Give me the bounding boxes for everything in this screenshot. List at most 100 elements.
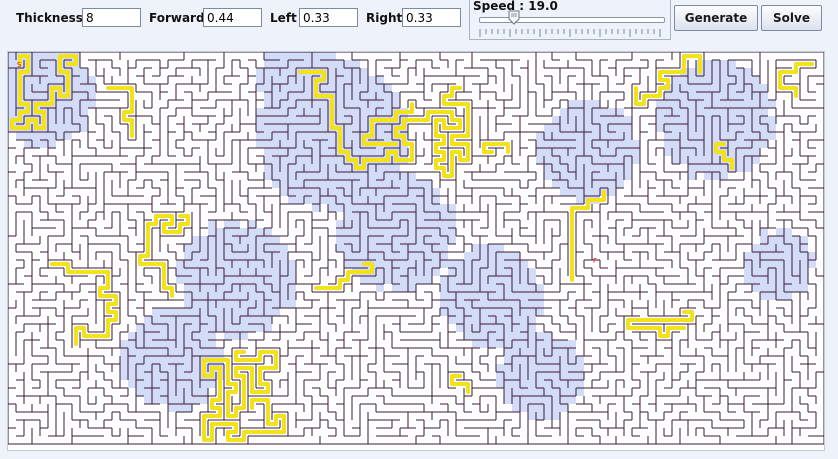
visited-cell xyxy=(680,116,688,124)
visited-cell xyxy=(368,100,376,108)
visited-cell xyxy=(616,172,624,180)
visited-cell xyxy=(600,164,608,172)
visited-cell xyxy=(264,108,272,116)
visited-cell xyxy=(184,396,192,404)
visited-cell xyxy=(264,172,272,180)
speed-slider-track[interactable] xyxy=(479,17,665,23)
visited-cell xyxy=(352,68,360,76)
forward-input[interactable] xyxy=(203,8,262,27)
visited-cell xyxy=(280,252,288,260)
visited-cell xyxy=(552,164,560,172)
speed-slider-ticks xyxy=(479,29,661,37)
visited-cell xyxy=(560,388,568,396)
visited-cell xyxy=(376,268,384,276)
visited-cell xyxy=(344,124,352,132)
visited-cell xyxy=(760,100,768,108)
visited-cell xyxy=(504,268,512,276)
visited-cell xyxy=(552,172,560,180)
visited-cell xyxy=(264,68,272,76)
visited-cell xyxy=(296,196,304,204)
visited-cell xyxy=(360,76,368,84)
visited-cell xyxy=(696,148,704,156)
visited-cell xyxy=(336,92,344,100)
visited-cell xyxy=(480,276,488,284)
visited-cell xyxy=(216,284,224,292)
visited-cell xyxy=(512,332,520,340)
left-input[interactable] xyxy=(299,8,358,27)
maze-canvas[interactable]: SF xyxy=(7,51,825,451)
visited-cell xyxy=(488,316,496,324)
visited-cell xyxy=(472,292,480,300)
visited-cell xyxy=(728,116,736,124)
visited-cell xyxy=(32,68,40,76)
visited-cell xyxy=(208,252,216,260)
visited-cell xyxy=(464,292,472,300)
visited-cell xyxy=(144,340,152,348)
visited-cell xyxy=(536,412,544,420)
visited-cell xyxy=(320,188,328,196)
visited-cell xyxy=(568,100,576,108)
visited-cell xyxy=(504,260,512,268)
visited-cell xyxy=(600,132,608,140)
visited-cell xyxy=(264,52,272,60)
visited-cell xyxy=(472,340,480,348)
visited-cell xyxy=(576,172,584,180)
visited-cell xyxy=(664,92,672,100)
visited-cell xyxy=(336,236,344,244)
visited-cell xyxy=(336,220,344,228)
visited-cell xyxy=(352,204,360,212)
visited-cell xyxy=(504,276,512,284)
visited-cell xyxy=(376,188,384,196)
visited-cell xyxy=(576,108,584,116)
generate-button[interactable]: Generate xyxy=(674,5,758,31)
visited-cell xyxy=(624,124,632,132)
visited-cell xyxy=(352,60,360,68)
visited-cell xyxy=(336,108,344,116)
visited-cell xyxy=(512,324,520,332)
speed-slider-thumb[interactable] xyxy=(508,10,520,25)
visited-cell xyxy=(536,404,544,412)
visited-cell xyxy=(176,316,184,324)
visited-cell xyxy=(520,308,528,316)
visited-cell xyxy=(264,252,272,260)
visited-cell xyxy=(536,340,544,348)
visited-cell xyxy=(752,100,760,108)
visited-cell xyxy=(424,228,432,236)
visited-cell xyxy=(760,252,768,260)
visited-cell xyxy=(720,76,728,84)
visited-cell xyxy=(424,196,432,204)
visited-cell xyxy=(152,348,160,356)
visited-cell xyxy=(40,132,48,140)
visited-cell xyxy=(328,68,336,76)
visited-cell xyxy=(736,108,744,116)
visited-cell xyxy=(32,52,40,60)
visited-cell xyxy=(576,364,584,372)
thickness-input[interactable] xyxy=(82,8,141,27)
visited-cell xyxy=(432,196,440,204)
visited-cell xyxy=(368,244,376,252)
solve-button[interactable]: Solve xyxy=(761,5,822,31)
visited-cell xyxy=(240,292,248,300)
visited-cell xyxy=(608,156,616,164)
visited-cell xyxy=(272,236,280,244)
visited-cell xyxy=(584,100,592,108)
visited-cell xyxy=(616,124,624,132)
visited-cell xyxy=(136,380,144,388)
visited-cell xyxy=(592,140,600,148)
visited-cell xyxy=(376,92,384,100)
visited-cell xyxy=(272,68,280,76)
visited-cell xyxy=(736,100,744,108)
visited-cell xyxy=(88,84,96,92)
visited-cell xyxy=(704,164,712,172)
visited-cell xyxy=(224,260,232,268)
visited-cell xyxy=(536,156,544,164)
visited-cell xyxy=(672,84,680,92)
visited-cell xyxy=(200,260,208,268)
visited-cell xyxy=(264,324,272,332)
right-input[interactable] xyxy=(402,8,461,27)
visited-cell xyxy=(320,60,328,68)
visited-cell xyxy=(328,60,336,68)
visited-cell xyxy=(544,412,552,420)
visited-cell xyxy=(368,92,376,100)
visited-cell xyxy=(528,348,536,356)
